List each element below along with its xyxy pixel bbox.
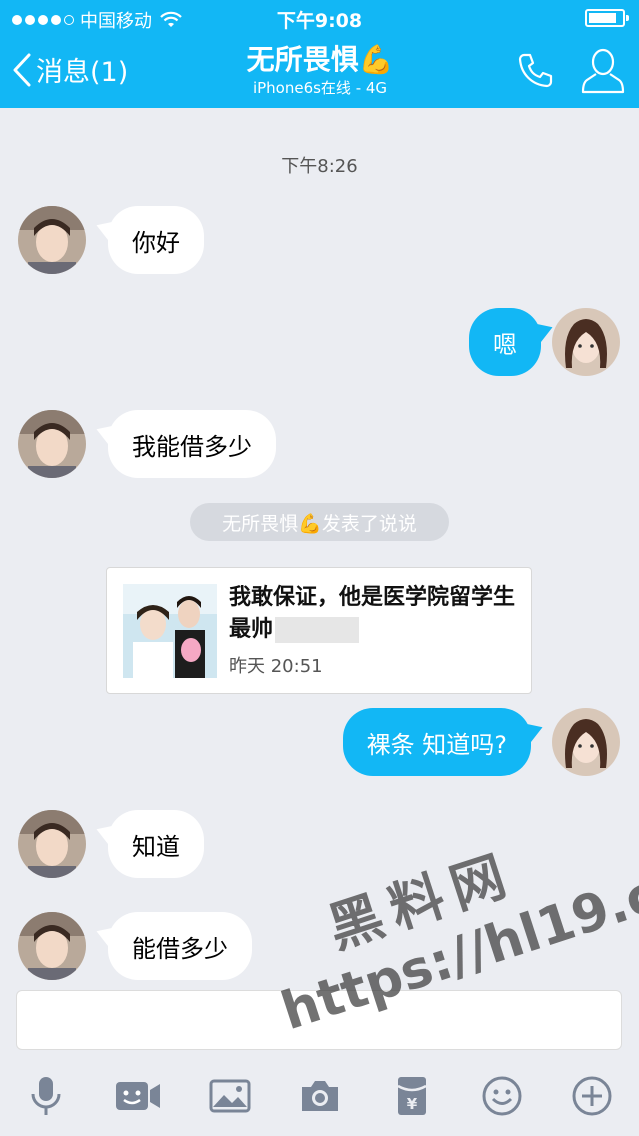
message-text: 知道 — [132, 832, 180, 861]
plus-icon — [572, 1076, 612, 1116]
phone-button[interactable] — [515, 50, 555, 94]
message-input[interactable] — [16, 990, 622, 1050]
message-text: 能借多少 — [132, 934, 228, 963]
photo-button[interactable] — [208, 1074, 252, 1118]
red-packet-button[interactable]: ¥ — [390, 1074, 434, 1118]
contact-avatar[interactable] — [18, 206, 86, 274]
status-time: 下午9:08 — [276, 10, 363, 32]
contact-avatar[interactable] — [18, 912, 86, 980]
online-status: iPhone6s在线 - 4G — [252, 79, 388, 97]
message-bubble[interactable]: 知道 — [93, 810, 204, 878]
chat-timestamp: 下午8:26 — [281, 156, 358, 177]
contact-avatar[interactable] — [18, 410, 86, 478]
chat-title: 无所畏惧💪 — [246, 43, 394, 76]
contact-avatar[interactable] — [18, 810, 86, 878]
post-time: 昨天 20:51 — [229, 656, 323, 677]
microphone-icon — [31, 1077, 61, 1115]
image-icon — [209, 1079, 251, 1113]
message-bubble[interactable]: 能借多少 — [93, 912, 252, 980]
battery-icon — [585, 9, 629, 27]
chevron-left-icon — [13, 53, 31, 86]
phone-icon — [518, 53, 553, 88]
status-bar: 中国移动 下午9:08 — [0, 0, 639, 36]
camera-icon — [302, 1081, 338, 1111]
header: 中国移动 下午9:08 消息(1) 无所畏惧💪 iPhone6s在线 - 4G — [0, 0, 639, 108]
voice-button[interactable] — [24, 1074, 68, 1118]
profile-button[interactable] — [581, 46, 625, 100]
message-bubble[interactable]: 你好 — [93, 206, 204, 274]
post-text: 我敢保证，他是医学院留学生最帅 — [229, 585, 516, 643]
video-icon — [116, 1082, 160, 1110]
chat-title-block[interactable]: 无所畏惧💪 iPhone6s在线 - 4G — [170, 42, 470, 98]
system-notice: 无所畏惧💪发表了说说 — [190, 503, 449, 541]
svg-text:¥: ¥ — [407, 1095, 418, 1113]
back-button[interactable]: 消息(1) — [12, 50, 128, 89]
emoji-icon — [482, 1076, 522, 1116]
message-text: 你好 — [132, 228, 180, 257]
battery-level — [589, 13, 616, 23]
shared-post-card[interactable]: 我敢保证，他是医学院留学生最帅 昨天 20:51 — [106, 567, 532, 694]
post-thumbnail — [123, 584, 217, 678]
more-button[interactable] — [570, 1074, 614, 1118]
message-bubble[interactable]: 我能借多少 — [93, 410, 276, 478]
nav-bar: 消息(1) 无所畏惧💪 iPhone6s在线 - 4G — [0, 36, 639, 108]
message-text: 裸条 知道吗? — [366, 730, 507, 759]
my-avatar[interactable] — [552, 308, 620, 376]
message-text: 嗯 — [493, 330, 517, 359]
message-bubble[interactable]: 嗯 — [469, 308, 556, 376]
redacted-block — [275, 617, 360, 643]
profile-icon — [581, 48, 625, 94]
camera-button[interactable] — [298, 1074, 342, 1118]
input-toolbar: ¥ — [0, 1056, 639, 1136]
back-label: 消息(1) — [36, 57, 129, 88]
video-call-button[interactable] — [114, 1074, 162, 1118]
message-bubble[interactable]: 裸条 知道吗? — [342, 708, 546, 776]
my-avatar[interactable] — [552, 708, 620, 776]
emoji-button[interactable] — [480, 1074, 524, 1118]
message-text: 我能借多少 — [132, 432, 252, 461]
red-packet-icon: ¥ — [397, 1077, 427, 1115]
